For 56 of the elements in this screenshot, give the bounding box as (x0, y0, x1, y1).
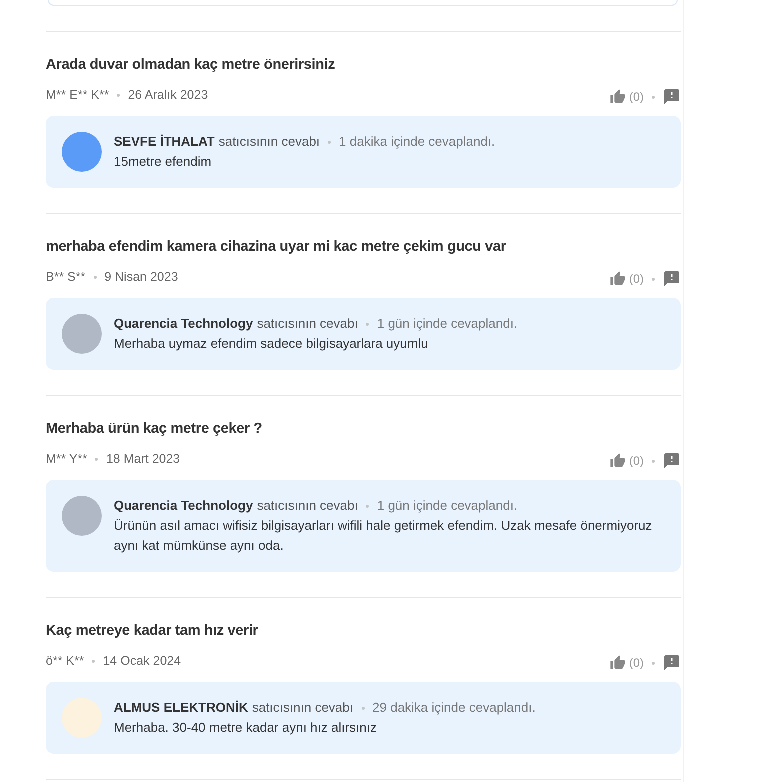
answer-text: Merhaba uymaz efendim sadece bilgisayarlara uyumlu (114, 335, 430, 353)
thumbs-up-icon (610, 655, 626, 671)
report-button[interactable] (663, 88, 681, 106)
dot-icon (366, 322, 370, 326)
reply-label: satıcısının cevabı (257, 497, 358, 515)
author-name: ö** K** (46, 653, 84, 670)
like-button[interactable]: (0) (610, 453, 644, 469)
dot-icon (652, 662, 655, 664)
answer-text: Ürünün asıl amacı wifisiz bilgisayarları wifili hale getirmek efendim. Uzak mesafe önermiyoruz aynı kat mümkünse aynı oda. (114, 517, 654, 555)
response-time: 1 gün içinde cevaplandı. (377, 497, 518, 515)
dot-icon (362, 706, 365, 710)
response-time: 29 dakika içinde cevaplandı. (372, 699, 536, 717)
thumbs-up-icon (610, 271, 626, 287)
dot-icon (94, 276, 97, 278)
like-button[interactable]: (0) (610, 655, 644, 671)
dot-icon (92, 660, 96, 662)
answer-text: 15metre efendim (114, 153, 213, 171)
reply-label: satıcısının cevabı (252, 699, 354, 717)
question-title: Merhaba ürün kaç metre çeker ? (46, 420, 264, 439)
response-time: 1 dakika içinde cevaplandı. (339, 133, 496, 151)
dot-icon (652, 278, 655, 280)
question-date: 26 Aralık 2023 (128, 87, 208, 104)
author-name: M** Y** (46, 451, 88, 468)
dot-icon (652, 96, 655, 98)
question-title: Kaç metreye kadar tam hız verir (46, 622, 260, 641)
dot-icon (652, 460, 655, 462)
author-name: B** S** (46, 269, 86, 286)
response-time: 1 gün içinde cevaplandı. (377, 315, 518, 333)
like-button[interactable]: (0) (610, 89, 644, 105)
seller-name: ALMUS ELEKTRONİK (114, 699, 248, 717)
like-button[interactable]: (0) (610, 271, 644, 287)
dot-icon (117, 94, 120, 96)
seller-name: Quarencia Technology (114, 315, 254, 333)
report-button[interactable] (663, 654, 681, 672)
report-button[interactable] (663, 270, 681, 288)
author-name: M** E** K** (46, 87, 110, 104)
report-icon (663, 88, 681, 106)
answer-text: Merhaba. 30-40 metre kadar aynı hız alırsınız (114, 719, 378, 737)
seller-name: Quarencia Technology (114, 497, 254, 515)
report-icon (663, 452, 681, 470)
question-title: merhaba efendim kamera cihazina uyar mi kac metre çekim gucu var (46, 238, 508, 257)
reply-label: satıcısının cevabı (257, 315, 358, 333)
report-icon (663, 654, 681, 672)
question-date: 9 Nisan 2023 (104, 269, 178, 286)
report-button[interactable] (663, 452, 681, 470)
dot-icon (328, 140, 332, 144)
reply-label: satıcısının cevabı (218, 133, 320, 151)
dot-icon (95, 458, 98, 460)
question-title: Arada duvar olmadan kaç metre önerirsiniz (46, 56, 336, 75)
dot-icon (366, 504, 370, 508)
thumbs-up-icon (610, 453, 626, 469)
question-date: 14 Ocak 2024 (103, 653, 182, 670)
question-date: 18 Mart 2023 (106, 451, 180, 468)
seller-name: SEVFE İTHALAT (114, 133, 215, 151)
thumbs-up-icon (610, 89, 626, 105)
report-icon (663, 270, 681, 288)
